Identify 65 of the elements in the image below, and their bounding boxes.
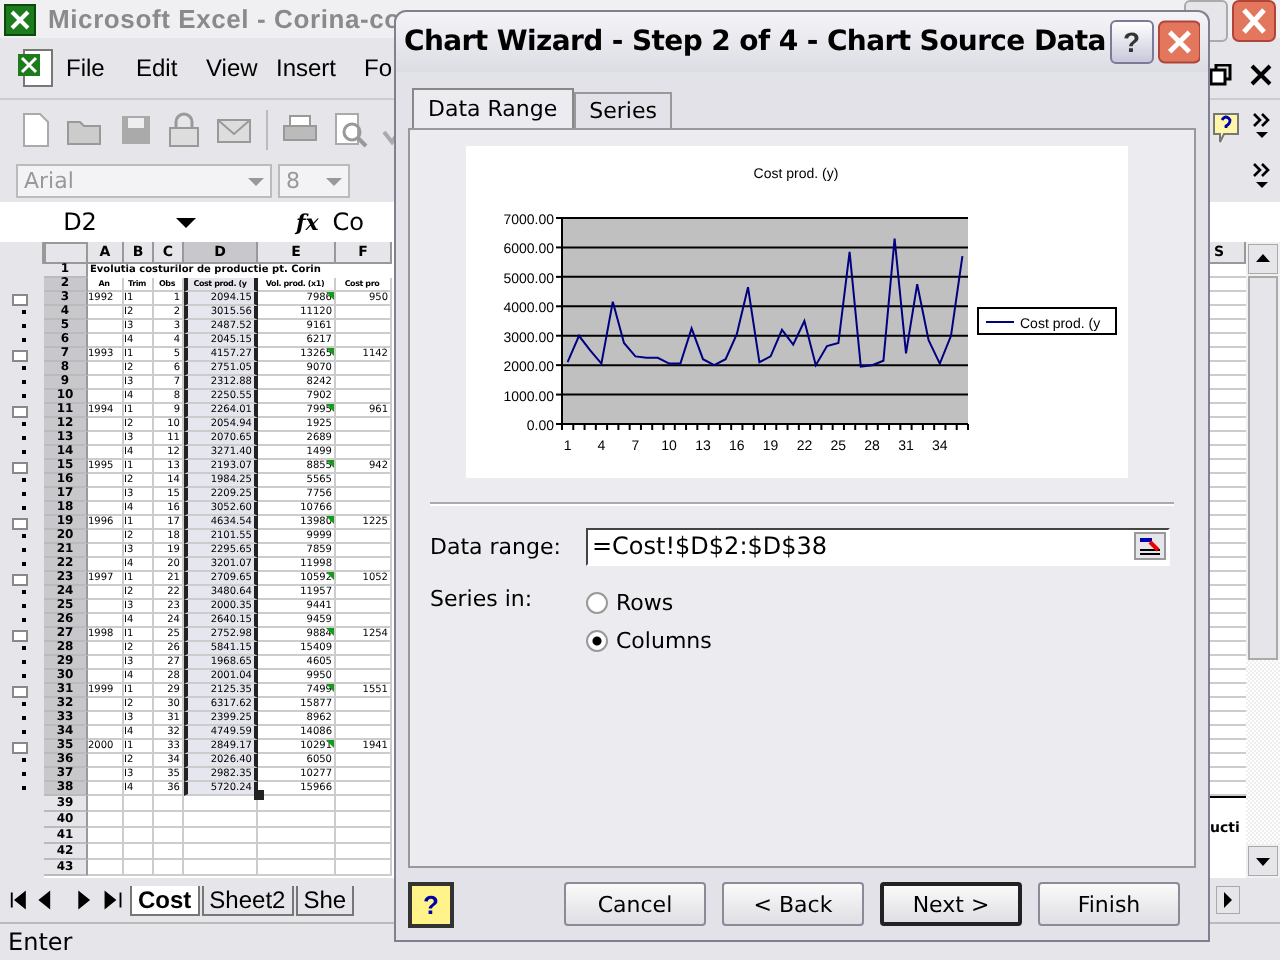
error-indicator-icon	[326, 348, 334, 356]
close-button[interactable]	[1157, 20, 1200, 64]
sheet-tab[interactable]: Sheet2	[201, 885, 294, 915]
formula-field[interactable]: Co	[332, 208, 365, 236]
vertical-scrollbar[interactable]	[1246, 242, 1280, 878]
error-indicator-icon	[326, 740, 334, 748]
select-all-corner[interactable]	[44, 242, 88, 264]
close-button[interactable]	[1232, 0, 1276, 42]
sheet-tab[interactable]: Cost	[130, 885, 200, 915]
outline-collapse-button[interactable]	[12, 462, 28, 474]
excel-logo-icon	[4, 3, 36, 35]
fill-handle[interactable]	[254, 790, 264, 800]
outline-collapse-button[interactable]	[12, 742, 28, 754]
error-indicator-icon	[326, 684, 334, 692]
restore-window-icon[interactable]	[1210, 64, 1232, 86]
tab[interactable]: Data Range	[412, 88, 574, 128]
error-indicator-icon	[326, 628, 334, 636]
outline-collapse-button[interactable]	[12, 630, 28, 642]
menu-item[interactable]: Insert	[276, 54, 364, 82]
outline-collapse-button[interactable]	[12, 518, 28, 530]
error-indicator-icon	[326, 572, 334, 580]
field-label: Series in:	[430, 586, 535, 616]
status-text: Enter	[8, 928, 73, 956]
name-box[interactable]: D2	[0, 208, 160, 236]
save-icon[interactable]	[120, 114, 152, 146]
error-indicator-icon	[326, 292, 334, 300]
menu-item[interactable]: View	[206, 54, 276, 82]
outline-collapse-button[interactable]	[12, 350, 28, 362]
tab[interactable]: Series	[573, 92, 673, 128]
dialog-button[interactable]: Cancel	[564, 882, 706, 926]
menu-item[interactable]: Edit	[136, 54, 206, 82]
error-indicator-icon	[326, 460, 334, 468]
help-button[interactable]: ?	[408, 881, 454, 927]
toolbar-options-icon[interactable]	[1252, 112, 1272, 140]
scroll-up-button[interactable]	[1248, 244, 1278, 274]
toolbar-options-icon[interactable]	[1252, 162, 1272, 190]
outline-collapse-button[interactable]	[12, 294, 28, 306]
menu-item[interactable]: File	[66, 54, 136, 82]
sheet-tab[interactable]: She	[295, 885, 355, 915]
radio-option[interactable]: Rows	[586, 590, 712, 616]
outline-collapse-button[interactable]	[12, 686, 28, 698]
outline-collapse-button[interactable]	[12, 574, 28, 586]
help-button[interactable]: ?	[1109, 20, 1153, 64]
function-label[interactable]: fx	[296, 209, 319, 235]
error-indicator-icon	[326, 404, 334, 412]
dialog-title: Chart Wizard - Step 2 of 4 - Chart Source Data	[404, 26, 1106, 58]
dialog-button[interactable]: Finish	[1038, 882, 1180, 926]
menu-item[interactable]: Fo	[364, 54, 392, 82]
lock-icon[interactable]	[166, 112, 202, 148]
help-bubble-icon[interactable]	[1212, 112, 1240, 144]
scroll-right-button[interactable]	[1216, 886, 1240, 914]
close-icon[interactable]	[1250, 64, 1272, 86]
dialog-button[interactable]: < Back	[722, 882, 864, 926]
dialog-button[interactable]: Next >	[880, 882, 1022, 926]
radio-option[interactable]: Columns	[586, 628, 712, 654]
data-range-field[interactable]: =Cost!$D$2:$D$38	[586, 527, 1170, 565]
dropdown-arrow-icon[interactable]	[176, 217, 196, 227]
workbook-icon[interactable]	[16, 48, 56, 88]
field-label: Data range:	[430, 533, 563, 559]
collapse-dialog-icon[interactable]	[1134, 532, 1166, 560]
magnifier-icon[interactable]	[332, 112, 368, 148]
new-document-icon[interactable]	[20, 112, 52, 148]
scroll-down-button[interactable]	[1248, 846, 1278, 876]
outline-collapse-button[interactable]	[12, 406, 28, 418]
error-indicator-icon	[326, 516, 334, 524]
